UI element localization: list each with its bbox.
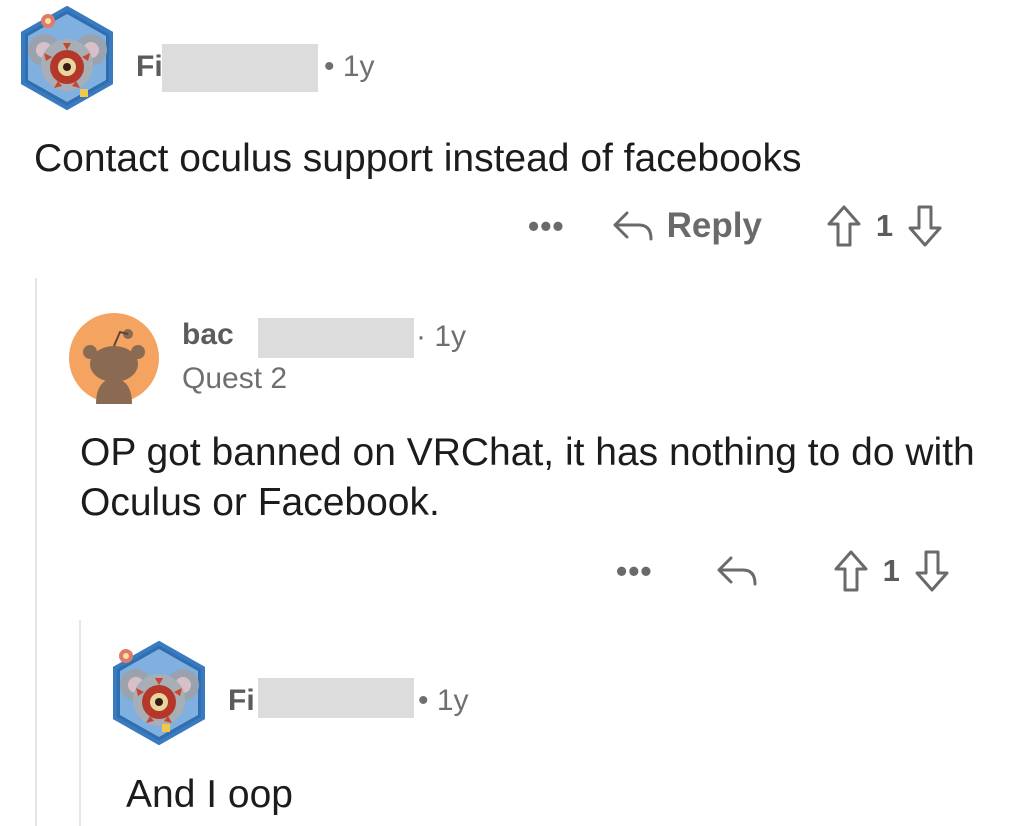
comment-age: • 1y xyxy=(324,50,375,83)
vote-count: 1 xyxy=(875,208,894,243)
more-icon[interactable]: ••• xyxy=(616,553,653,590)
vote-count: 1 xyxy=(882,553,900,588)
downvote-icon[interactable] xyxy=(907,204,943,248)
upvote-icon[interactable] xyxy=(826,204,862,248)
comment-actions: ••• Reply 1 xyxy=(528,200,943,252)
comment-body: Contact oculus support instead of facebo… xyxy=(34,137,802,180)
reply-button[interactable] xyxy=(715,554,759,588)
user-flair: Quest 2 xyxy=(182,362,288,395)
more-icon[interactable]: ••• xyxy=(528,208,565,245)
redacted-username-block xyxy=(258,678,414,718)
comment-body: OP got banned on VRChat, it has nothing … xyxy=(80,431,975,524)
koala-avatar-icon[interactable] xyxy=(14,5,120,111)
koala-avatar-icon[interactable] xyxy=(106,640,212,746)
downvote-icon[interactable] xyxy=(914,549,950,593)
redacted-username-block xyxy=(162,44,318,92)
reply-arrow-icon xyxy=(611,209,655,243)
comment-age: • 1y xyxy=(418,684,469,717)
upvote-icon[interactable] xyxy=(833,549,869,593)
comment-username[interactable]: bac xyxy=(182,318,262,352)
reply-label: Reply xyxy=(666,206,762,245)
thread-line-level-1 xyxy=(35,278,37,826)
redacted-username-block xyxy=(258,318,414,358)
reply-button[interactable]: Reply xyxy=(611,206,762,246)
thread-line-level-2 xyxy=(79,620,81,826)
comment-age: · 1y xyxy=(416,320,467,353)
comment-username[interactable]: Fi xyxy=(228,684,258,718)
snoo-avatar-icon[interactable] xyxy=(68,312,160,404)
comment-body: And I oop xyxy=(126,773,293,816)
comment-actions: ••• 1 xyxy=(616,545,950,597)
